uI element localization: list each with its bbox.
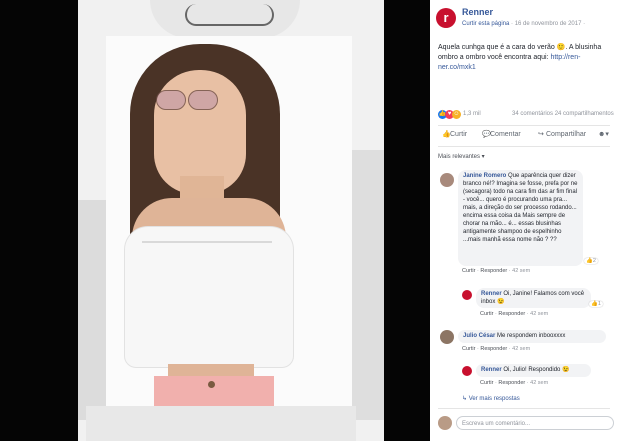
like-button[interactable]: 👍Curtir bbox=[442, 130, 467, 138]
comment-meta: Curtir · Responder · 42 sem bbox=[462, 268, 531, 274]
background-bottom bbox=[86, 406, 356, 441]
comment-reply-link[interactable]: Responder bbox=[480, 268, 507, 274]
reply-time[interactable]: · 42 sem bbox=[527, 380, 548, 386]
reply-author[interactable]: Renner bbox=[481, 367, 502, 373]
reply-reply-link[interactable]: Responder bbox=[498, 380, 525, 386]
reply-like-link[interactable]: Curtir bbox=[480, 311, 493, 317]
reply-time[interactable]: · 42 sem bbox=[527, 311, 548, 317]
background-strip-left bbox=[78, 200, 106, 420]
thumbs-up-icon: 👍 bbox=[442, 131, 451, 138]
share-icon: ↪ bbox=[538, 131, 544, 138]
comments-shares-count[interactable]: 34 comentários 24 compartilhamentos bbox=[512, 111, 614, 117]
follow-page-link[interactable]: Curtir esta página bbox=[462, 21, 509, 27]
comment-composer: Escreva um comentário... bbox=[436, 414, 616, 432]
avatar[interactable] bbox=[440, 173, 454, 187]
renner-avatar[interactable] bbox=[462, 366, 472, 376]
comment-bubble: Julio César Me respondem inbooxxxx bbox=[458, 330, 606, 343]
like-reaction-icon: 👍 bbox=[591, 301, 598, 307]
pants-button bbox=[208, 381, 215, 388]
reply-meta: Curtir · Responder · 42 sem bbox=[480, 311, 549, 317]
haha-reaction-icon: ☺ bbox=[452, 110, 461, 119]
divider bbox=[438, 146, 610, 147]
user-avatar bbox=[438, 416, 452, 430]
reply-meta: Curtir · Responder · 42 sem bbox=[480, 380, 549, 386]
comment-icon: 💬 bbox=[482, 131, 491, 138]
comment-reply-link[interactable]: Responder bbox=[480, 346, 507, 352]
blouse-fold bbox=[142, 241, 272, 243]
reaction-count[interactable]: 1,3 mil bbox=[463, 111, 481, 117]
action-bar: 👍Curtir 💬Comentar ↪ Compartilhar ☻▾ bbox=[438, 130, 616, 142]
comment-meta: Curtir · Responder · 42 sem bbox=[462, 346, 531, 352]
renner-logo[interactable]: r bbox=[436, 8, 456, 28]
reply-author[interactable]: Renner bbox=[481, 291, 502, 297]
pink-pants bbox=[154, 376, 274, 406]
comment-button[interactable]: 💬Comentar bbox=[482, 130, 521, 138]
divider bbox=[438, 408, 610, 409]
avatar[interactable] bbox=[440, 330, 454, 344]
comment-input[interactable]: Escreva um comentário... bbox=[456, 416, 614, 430]
reaction-selector-icon[interactable]: ☻▾ bbox=[598, 130, 609, 138]
background-strip-right bbox=[352, 150, 384, 420]
comment-author[interactable]: Julio César bbox=[463, 333, 495, 339]
reply-text: Oi, Julio! Respondido 😉 bbox=[503, 367, 570, 373]
post-header: r Renner Curtir esta página · 16 de nove… bbox=[436, 7, 616, 38]
post-panel: r Renner Curtir esta página · 16 de nove… bbox=[430, 0, 620, 441]
renner-avatar[interactable] bbox=[462, 290, 472, 300]
sunglasses-lens-left bbox=[156, 90, 186, 110]
product-photo bbox=[106, 36, 352, 406]
reply-reply-link[interactable]: Responder bbox=[498, 311, 525, 317]
background-sunglasses bbox=[185, 4, 274, 26]
comment-like-link[interactable]: Curtir bbox=[462, 268, 475, 274]
reply-bubble: Renner Oi, Julio! Respondido 😉 bbox=[476, 364, 591, 377]
comment-text: Que aparência quer dizer branco né!? Ima… bbox=[463, 173, 578, 243]
reply-bubble: Renner Oi, Janine! Falamos com você inbo… bbox=[476, 288, 591, 308]
post-timestamp[interactable]: · 16 de novembro de 2017 · bbox=[511, 21, 585, 27]
comment-reaction-count[interactable]: 👍2 bbox=[584, 258, 598, 264]
reply-like-link[interactable]: Curtir bbox=[480, 380, 493, 386]
comment-text: Me respondem inbooxxxx bbox=[497, 333, 566, 339]
comment-time[interactable]: · 42 sem bbox=[509, 346, 530, 352]
page-subline: Curtir esta página · 16 de novembro de 2… bbox=[462, 21, 585, 27]
reply-reaction-count[interactable]: 👍1 bbox=[589, 301, 603, 307]
comment-author[interactable]: Janine Romero bbox=[463, 173, 506, 179]
page-name[interactable]: Renner bbox=[462, 7, 493, 17]
comment-like-link[interactable]: Curtir bbox=[462, 346, 475, 352]
like-reaction-icon: 👍 bbox=[586, 258, 593, 264]
comment-time[interactable]: · 42 sem bbox=[509, 268, 530, 274]
sunglasses-lens-right bbox=[188, 90, 218, 110]
photo-viewer[interactable] bbox=[0, 0, 430, 441]
more-replies-link[interactable]: ↳ Ver mais respostas bbox=[462, 395, 520, 402]
comments-sort-dropdown[interactable]: Mais relevantes ▾ bbox=[438, 153, 485, 160]
divider bbox=[438, 125, 610, 126]
reactions-bar[interactable]: 👍 ♥ ☺ 1,3 mil 34 comentários 24 comparti… bbox=[438, 110, 616, 122]
comment-bubble: Janine Romero Que aparência quer dizer b… bbox=[458, 170, 583, 266]
post-text: Aquela cunhga que é a cara do verão 🙂. A… bbox=[438, 43, 616, 73]
share-button[interactable]: ↪ Compartilhar bbox=[538, 130, 586, 138]
white-blouse bbox=[124, 226, 294, 368]
